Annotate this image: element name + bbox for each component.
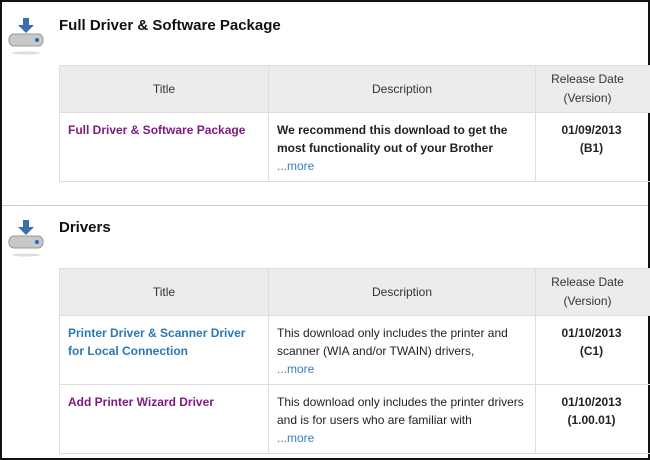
description-text: This download only includes the printer … bbox=[277, 326, 508, 358]
description-text: We recommend this download to get the mo… bbox=[277, 123, 508, 155]
section-divider bbox=[2, 205, 648, 206]
column-title: Title bbox=[59, 65, 269, 113]
table-row: Add Printer Wizard Driver This download … bbox=[59, 384, 650, 454]
download-drive-icon bbox=[8, 220, 44, 257]
column-description: Description bbox=[268, 268, 536, 316]
download-title-link[interactable]: Add Printer Wizard Driver bbox=[68, 395, 214, 409]
download-title-link[interactable]: Printer Driver & Scanner Driver for Loca… bbox=[68, 326, 245, 358]
section-heading: Drivers bbox=[59, 219, 111, 236]
description-text: This download only includes the printer … bbox=[277, 395, 524, 427]
downloads-table: Title Description Release Date (Version) … bbox=[59, 65, 650, 182]
section-heading: Full Driver & Software Package bbox=[59, 17, 281, 34]
table-header-row: Title Description Release Date (Version) bbox=[59, 268, 650, 316]
release-date: 01/10/2013 bbox=[561, 395, 622, 409]
column-title: Title bbox=[59, 268, 269, 316]
download-title-link[interactable]: Full Driver & Software Package bbox=[68, 123, 245, 137]
column-release-date: Release Date (Version) bbox=[535, 268, 650, 316]
version: (1.00.01) bbox=[567, 413, 616, 427]
release-date: 01/10/2013 bbox=[561, 326, 622, 340]
more-link[interactable]: ...more bbox=[277, 362, 314, 376]
version: (C1) bbox=[579, 344, 604, 358]
more-link[interactable]: ...more bbox=[277, 431, 314, 445]
release-date: 01/09/2013 bbox=[561, 123, 622, 137]
more-link[interactable]: ...more bbox=[277, 159, 314, 173]
column-release-date: Release Date (Version) bbox=[535, 65, 650, 113]
downloads-table: Title Description Release Date (Version) … bbox=[59, 268, 650, 454]
table-header-row: Title Description Release Date (Version) bbox=[59, 65, 650, 113]
column-description: Description bbox=[268, 65, 536, 113]
table-row: Printer Driver & Scanner Driver for Loca… bbox=[59, 315, 650, 385]
download-drive-icon bbox=[8, 18, 44, 55]
version: (B1) bbox=[579, 141, 604, 155]
table-row: Full Driver & Software Package We recomm… bbox=[59, 112, 650, 182]
